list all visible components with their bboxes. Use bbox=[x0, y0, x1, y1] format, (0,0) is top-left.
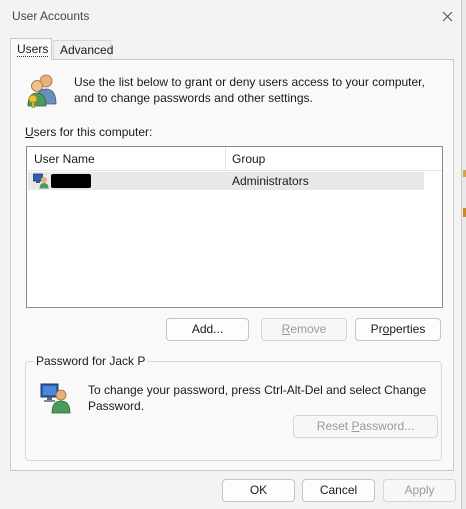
ok-button[interactable]: OK bbox=[222, 479, 295, 502]
tab-users-label: Users bbox=[17, 42, 49, 57]
users-label-accel: U bbox=[25, 125, 34, 139]
redacted-user-name bbox=[51, 174, 91, 188]
users-list-label: Users for this computer: bbox=[25, 125, 152, 139]
properties-a: Pr bbox=[370, 322, 383, 336]
intro-line-1: Use the list below to grant or deny user… bbox=[74, 75, 425, 89]
user-group-cell: Administrators bbox=[232, 174, 309, 188]
column-group[interactable]: Group bbox=[232, 152, 265, 166]
tab-advanced[interactable]: Advanced bbox=[53, 40, 114, 59]
column-divider bbox=[225, 147, 226, 171]
user-computer-icon bbox=[40, 382, 72, 417]
remove-rest: emove bbox=[290, 322, 327, 336]
user-accounts-window: User Accounts Users Advanced Use the lis… bbox=[0, 0, 462, 509]
reset-accel: P bbox=[351, 419, 360, 433]
apply-label: Apply bbox=[404, 483, 435, 497]
password-instructions: To change your password, press Ctrl-Alt-… bbox=[88, 382, 433, 414]
password-group: Password for Jack P To change your passw… bbox=[25, 354, 442, 461]
users-list-header: User Name Group bbox=[27, 147, 442, 171]
tab-advanced-label: Advanced bbox=[60, 43, 114, 57]
column-user-name[interactable]: User Name bbox=[34, 152, 95, 166]
background-window-edge bbox=[462, 0, 466, 509]
users-list[interactable]: User Name Group Administrators bbox=[26, 146, 443, 308]
reset-a: Reset bbox=[316, 419, 352, 433]
remove-accel: R bbox=[281, 322, 291, 336]
cancel-label: Cancel bbox=[319, 483, 358, 497]
properties-b: perties bbox=[389, 322, 426, 336]
cancel-button[interactable]: Cancel bbox=[302, 479, 375, 502]
window-title: User Accounts bbox=[12, 9, 90, 23]
close-button[interactable] bbox=[436, 6, 458, 26]
users-label-rest: sers for this computer: bbox=[33, 125, 153, 139]
password-group-title: Password for Jack P bbox=[34, 354, 148, 368]
close-icon bbox=[442, 11, 452, 21]
intro-text: Use the list below to grant or deny user… bbox=[74, 74, 434, 106]
ok-label: OK bbox=[249, 483, 268, 497]
tab-users[interactable]: Users bbox=[10, 38, 52, 60]
users-tab-panel: Use the list below to grant or deny user… bbox=[10, 59, 454, 471]
user-computer-icon bbox=[33, 173, 49, 192]
apply-button[interactable]: Apply bbox=[383, 479, 456, 502]
reset-b: assword... bbox=[359, 419, 415, 433]
password-line-2: Password. bbox=[88, 399, 145, 413]
password-line-1: To change your password, press Ctrl-Alt-… bbox=[88, 383, 427, 397]
add-button-label: Add... bbox=[191, 322, 224, 336]
title-bar: User Accounts bbox=[0, 0, 462, 32]
reset-password-button[interactable]: Reset Password... bbox=[293, 415, 438, 438]
users-key-icon bbox=[25, 72, 59, 111]
properties-button[interactable]: Properties bbox=[355, 318, 441, 341]
remove-button[interactable]: Remove bbox=[261, 318, 347, 341]
intro-line-2: and to change passwords and other settin… bbox=[74, 91, 313, 105]
add-button[interactable]: Add... bbox=[166, 318, 249, 341]
table-row[interactable]: Administrators bbox=[28, 172, 424, 190]
